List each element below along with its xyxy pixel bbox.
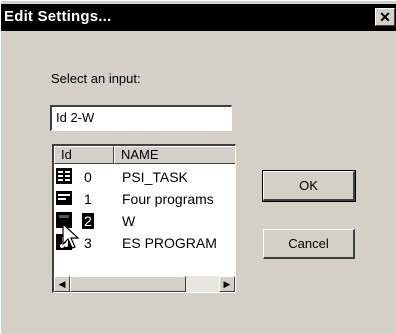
row-name: W [122, 213, 136, 229]
row-id: 2 [82, 213, 94, 229]
row-id: 3 [84, 235, 92, 251]
column-header-name[interactable]: NAME [114, 146, 235, 164]
list-item[interactable]: 1 Four programs [54, 188, 235, 210]
title-bar[interactable]: Edit Settings... ✕ [1, 4, 396, 31]
column-header-id[interactable]: Id [54, 146, 114, 164]
arrow-right-icon: ▶ [223, 278, 231, 289]
selected-input-field[interactable]: Id 2-W [50, 105, 232, 131]
row-name: ES PROGRAM [122, 235, 217, 251]
scroll-thumb[interactable] [70, 276, 186, 292]
row-id: 1 [84, 191, 92, 207]
arrow-left-icon: ◀ [58, 278, 66, 289]
task-icon [56, 168, 72, 184]
list-item[interactable]: 0 PSI_TASK [54, 166, 235, 188]
stack-icon [56, 191, 72, 205]
row-name: Four programs [122, 191, 214, 207]
row-name: PSI_TASK [122, 169, 188, 185]
row-id: 0 [84, 169, 92, 185]
scroll-left-button[interactable]: ◀ [54, 276, 70, 292]
ok-button[interactable]: OK [262, 170, 356, 202]
select-input-label: Select an input: [51, 71, 141, 86]
close-button[interactable]: ✕ [375, 8, 395, 26]
cancel-button[interactable]: Cancel [263, 229, 355, 259]
window-title: Edit Settings... [4, 8, 112, 25]
scroll-right-button[interactable]: ▶ [219, 276, 235, 292]
close-icon: ✕ [379, 9, 391, 25]
input-list[interactable]: Id NAME 0 PSI_TASK 1 Four programs 2 W 3… [52, 144, 236, 293]
horizontal-scrollbar[interactable]: ◀ ▶ [54, 276, 235, 292]
mouse-pointer-icon [62, 222, 80, 249]
list-header: Id NAME [54, 146, 235, 164]
edit-settings-dialog: Edit Settings... ✕ Select an input: Id 2… [0, 0, 396, 334]
